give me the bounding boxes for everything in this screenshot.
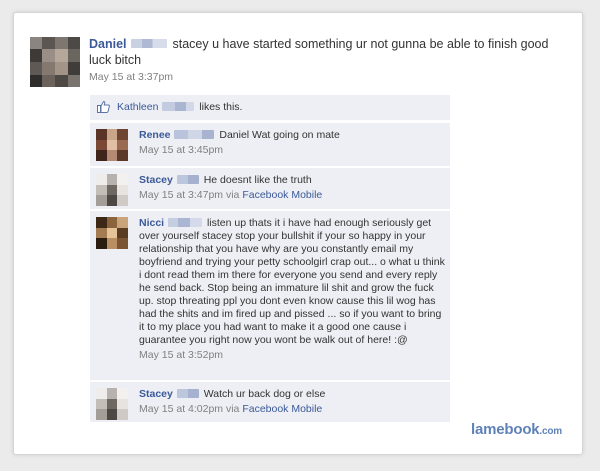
comment-time[interactable]: May 15 at 4:02pm via <box>139 403 239 415</box>
post-author-name[interactable]: Daniel <box>89 37 127 51</box>
comment-text-line: Nicci listen up thats it i have had enou… <box>139 217 447 347</box>
post-text-line: Daniel stacey u have started something u… <box>89 36 559 68</box>
liker-name[interactable]: Kathleen <box>117 101 158 113</box>
comment: Stacey He doesnt like the truth May 15 a… <box>90 167 450 209</box>
comment-text: listen up thats it i have had enough ser… <box>139 217 445 346</box>
author-avatar[interactable] <box>30 37 80 87</box>
commenter-avatar[interactable] <box>96 174 128 206</box>
likes-row: Kathleen likes this. <box>90 95 450 120</box>
censored-surname <box>176 388 199 398</box>
commenter-avatar[interactable] <box>96 388 128 420</box>
comment-timestamp: May 15 at 3:45pm <box>139 144 447 157</box>
censored-surname <box>131 39 167 49</box>
commenter-name[interactable]: Stacey <box>139 174 173 186</box>
comment: Stacey Watch ur back dog or else May 15 … <box>90 381 450 422</box>
comment-timestamp: May 15 at 4:02pm via Facebook Mobile <box>139 403 447 416</box>
commenter-name[interactable]: Nicci <box>139 217 164 229</box>
censored-surname <box>176 174 199 184</box>
comment-text-line: Stacey Watch ur back dog or else <box>139 388 447 401</box>
comment-timestamp: May 15 at 3:52pm <box>139 349 447 362</box>
commenter-name[interactable]: Renee <box>139 129 171 141</box>
comment-body: Stacey He doesnt like the truth May 15 a… <box>139 174 447 202</box>
censored-surname <box>174 129 215 139</box>
comment-time[interactable]: May 15 at 3:45pm <box>139 144 223 156</box>
thumbs-up-icon[interactable] <box>97 100 110 113</box>
comment-body: Nicci listen up thats it i have had enou… <box>139 217 447 362</box>
commenter-avatar[interactable] <box>96 217 128 249</box>
comment-text: Daniel Wat going on mate <box>219 129 340 141</box>
comment-text-line: Stacey He doesnt like the truth <box>139 174 447 187</box>
post-timestamp[interactable]: May 15 at 3:37pm <box>89 71 559 84</box>
censored-surname <box>168 217 203 227</box>
comment-time[interactable]: May 15 at 3:47pm via <box>139 189 239 201</box>
lamebook-watermark: lamebook.com <box>471 421 562 438</box>
commenter-avatar[interactable] <box>96 129 128 161</box>
watermark-suffix: .com <box>539 426 562 437</box>
comment: Nicci listen up thats it i have had enou… <box>90 210 450 380</box>
comment-body: Stacey Watch ur back dog or else May 15 … <box>139 388 447 416</box>
censored-surname <box>162 101 195 111</box>
comment: Renee Daniel Wat going on mate May 15 at… <box>90 122 450 166</box>
comment-body: Renee Daniel Wat going on mate May 15 at… <box>139 129 447 157</box>
comment-time[interactable]: May 15 at 3:52pm <box>139 349 223 361</box>
watermark-brand: lamebook <box>471 421 540 438</box>
likes-text: likes this. <box>199 101 243 113</box>
commenter-name[interactable]: Stacey <box>139 388 173 400</box>
comment-text-line: Renee Daniel Wat going on mate <box>139 129 447 142</box>
via-link[interactable]: Facebook Mobile <box>242 189 322 201</box>
comment-text: He doesnt like the truth <box>203 174 312 186</box>
main-post: Daniel stacey u have started something u… <box>89 36 559 84</box>
comment-timestamp: May 15 at 3:47pm via Facebook Mobile <box>139 189 447 202</box>
via-link[interactable]: Facebook Mobile <box>242 403 322 415</box>
comment-text: Watch ur back dog or else <box>203 388 326 400</box>
